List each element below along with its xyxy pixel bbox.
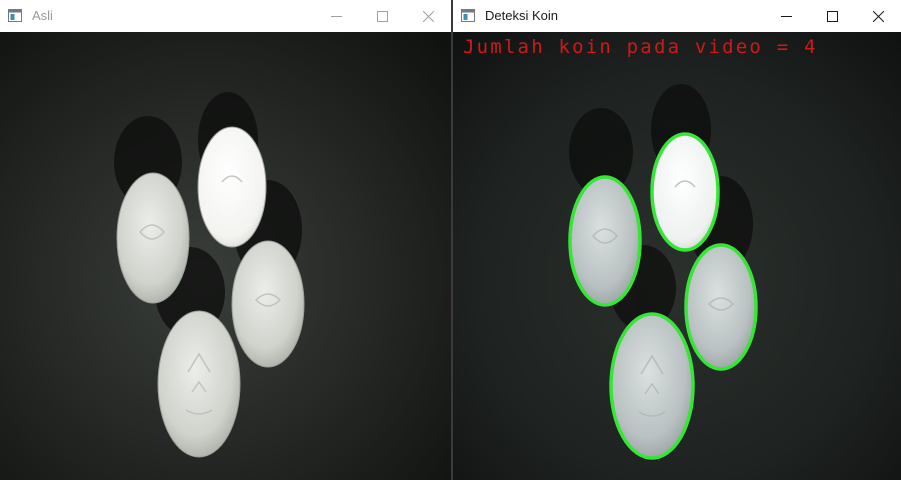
coin-count-overlay: Jumlah koin pada video = 4 — [463, 36, 818, 58]
close-icon — [872, 10, 884, 22]
maximize-button[interactable] — [359, 0, 405, 32]
window-deteksi-koin: Deteksi Koin Jumlah koin pada video = 4 — [453, 0, 901, 480]
window-title: Deteksi Koin — [485, 8, 558, 23]
window-title: Asli — [32, 8, 53, 23]
coin — [116, 172, 190, 304]
close-icon — [422, 10, 434, 22]
minimize-button[interactable] — [763, 0, 809, 32]
titlebar-asli[interactable]: Asli — [0, 0, 451, 32]
video-frame-original — [0, 32, 451, 480]
close-button[interactable] — [405, 0, 451, 32]
coin — [231, 240, 305, 368]
maximize-button[interactable] — [809, 0, 855, 32]
window-asli: Asli — [0, 0, 451, 480]
titlebar-deteksi-koin[interactable]: Deteksi Koin — [453, 0, 901, 32]
close-button[interactable] — [855, 0, 901, 32]
coin — [157, 310, 241, 458]
coin — [197, 126, 267, 248]
app-window-icon — [461, 9, 475, 22]
minimize-icon — [330, 15, 342, 17]
app-window-icon — [8, 9, 22, 22]
maximize-icon — [826, 10, 838, 22]
minimize-button[interactable] — [313, 0, 359, 32]
maximize-icon — [376, 10, 388, 22]
video-frame-detection: Jumlah koin pada video = 4 — [453, 32, 901, 480]
minimize-icon — [780, 15, 792, 17]
